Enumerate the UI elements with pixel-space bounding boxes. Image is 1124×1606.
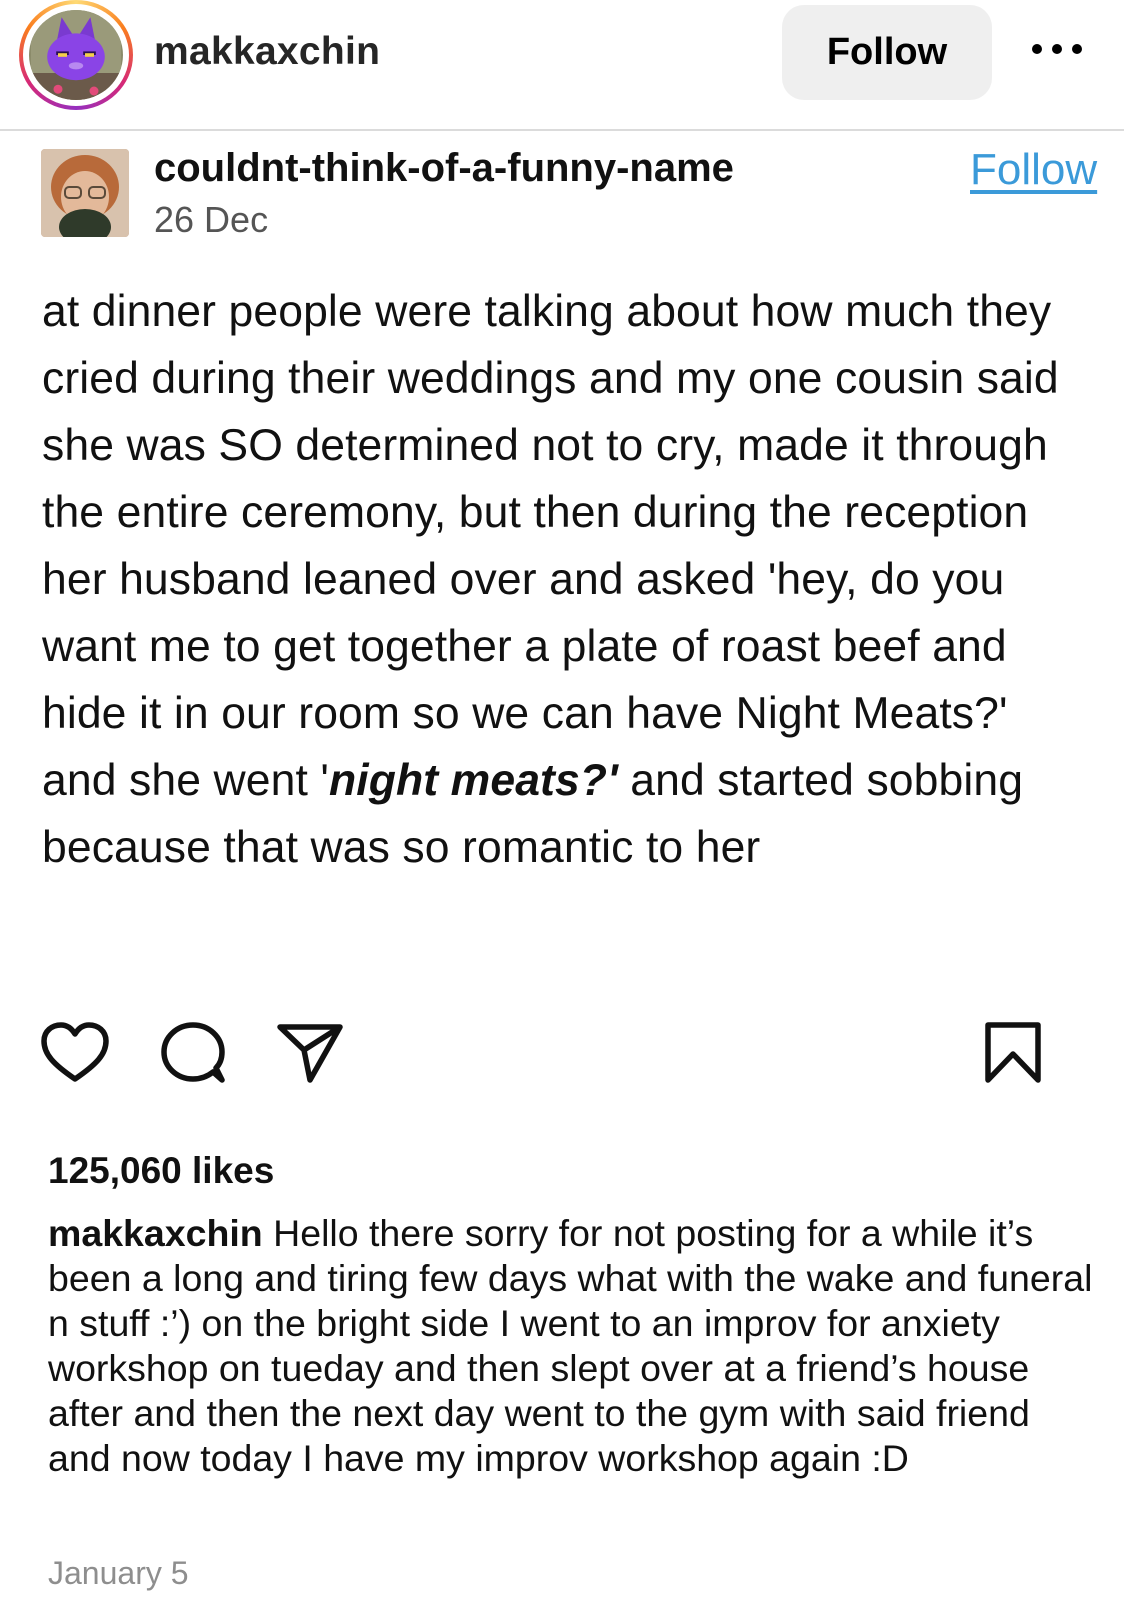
story-avatar[interactable]	[19, 0, 133, 110]
repost-body: at dinner people were talking about how …	[42, 278, 1082, 881]
share-icon[interactable]	[276, 1022, 344, 1084]
purple-cat-avatar-icon	[29, 10, 123, 100]
more-options-icon[interactable]	[1032, 42, 1082, 56]
repost-username[interactable]: couldnt-think-of-a-funny-name	[154, 146, 734, 191]
repost-body-emphasis: night meats?'	[328, 756, 618, 805]
post-date: January 5	[48, 1555, 189, 1591]
repost-body-text: at dinner people were talking about how …	[42, 287, 1059, 805]
likes-count[interactable]: 125,060 likes	[48, 1150, 274, 1192]
caption: makkaxchin Hello there sorry for not pos…	[48, 1211, 1098, 1481]
bookmark-icon[interactable]	[984, 1022, 1042, 1084]
repost-follow-link[interactable]: Follow	[970, 145, 1097, 195]
caption-username[interactable]: makkaxchin	[48, 1212, 263, 1254]
header-username[interactable]: makkaxchin	[154, 30, 380, 74]
repost-avatar	[41, 149, 129, 237]
comment-icon[interactable]	[161, 1022, 225, 1084]
follow-button[interactable]: Follow	[782, 5, 992, 100]
repost-date: 26 Dec	[154, 199, 269, 240]
post-header: makkaxchin Follow	[0, 0, 1124, 131]
heart-icon[interactable]	[41, 1022, 109, 1084]
